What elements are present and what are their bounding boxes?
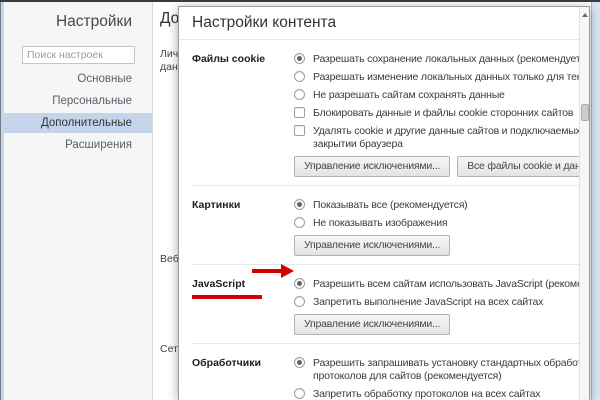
radio-button[interactable] <box>294 217 305 228</box>
radio-button[interactable] <box>294 89 305 100</box>
option-label: Не показывать изображения <box>313 217 447 230</box>
section-label-javascript: JavaScript <box>192 278 294 335</box>
cookies-option-1[interactable]: Разрешать изменение локальных данных тол… <box>294 71 589 84</box>
section-label-images: Картинки <box>192 199 294 256</box>
section-images: Картинки Показывать все (рекомендуется) Не… <box>192 186 589 265</box>
dialog-scrollbar[interactable] <box>579 7 589 400</box>
red-arrow-shaft <box>252 269 281 273</box>
option-label: Показывать все (рекомендуется) <box>313 199 467 212</box>
section-options-images: Показывать все (рекомендуется) Не показыв… <box>294 199 589 256</box>
option-label: Разрешить всем сайтам использовать JavaS… <box>313 278 590 291</box>
cookies-button-1[interactable]: Все файлы cookie и данные сайтов... <box>457 156 590 177</box>
window-left-border <box>0 2 4 400</box>
section-options-javascript: Разрешить всем сайтам использовать JavaS… <box>294 278 589 335</box>
option-label: Разрешать изменение локальных данных тол… <box>313 71 590 84</box>
javascript-option-1[interactable]: Запретить выполнение JavaScript на всех … <box>294 296 589 309</box>
window-right-edge <box>591 2 600 400</box>
images-option-0[interactable]: Показывать все (рекомендуется) <box>294 199 589 212</box>
window-top-border <box>0 0 600 2</box>
option-label: Разрешить запрашивать установку стандарт… <box>313 357 590 383</box>
scrollbar-up-icon[interactable] <box>580 10 590 20</box>
javascript-option-0[interactable]: Разрешить всем сайтам использовать JavaS… <box>294 278 589 291</box>
images-buttons: Управление исключениями... <box>294 235 589 256</box>
handlers-option-0[interactable]: Разрешить запрашивать установку стандарт… <box>294 357 589 383</box>
option-label: Разрешать сохранение локальных данных (р… <box>313 53 590 66</box>
radio-button-checked[interactable] <box>294 278 305 289</box>
sidebar-item-extensions[interactable]: Расширения <box>4 135 152 155</box>
red-underline-annotation <box>192 295 262 299</box>
dialog-title: Настройки контента <box>179 7 589 40</box>
section-label-text: Файлы cookie <box>192 53 265 65</box>
sidebar-item-personal[interactable]: Персональные <box>4 91 152 111</box>
option-label: Удалять cookie и другие данные сайтов и … <box>313 125 590 151</box>
section-options-cookies: Разрешать сохранение локальных данных (р… <box>294 53 589 177</box>
sidebar-nav: ОсновныеПерсональныеДополнительныеРасшир… <box>4 69 152 155</box>
images-option-1[interactable]: Не показывать изображения <box>294 217 589 230</box>
javascript-button-0[interactable]: Управление исключениями... <box>294 314 450 335</box>
sidebar-item-advanced[interactable]: Дополнительные <box>4 113 152 133</box>
background-page-heading: Дополнительные <box>160 10 178 28</box>
cookies-option-3[interactable]: Блокировать данные и файлы cookie сторон… <box>294 107 589 120</box>
scrollbar-thumb[interactable] <box>581 104 589 121</box>
cookies-option-4[interactable]: Удалять cookie и другие данные сайтов и … <box>294 125 589 151</box>
cookies-buttons: Управление исключениями... Все файлы cook… <box>294 156 589 177</box>
checkbox[interactable] <box>294 125 305 136</box>
section-label-text: Обработчики <box>192 357 261 369</box>
handlers-option-1[interactable]: Запретить обработку протоколов на всех с… <box>294 388 589 400</box>
background-section-label: Сеть <box>160 343 178 356</box>
sidebar-item-basics[interactable]: Основные <box>4 69 152 89</box>
option-label: Блокировать данные и файлы cookie сторон… <box>313 107 573 120</box>
radio-button[interactable] <box>294 388 305 399</box>
radio-button[interactable] <box>294 296 305 307</box>
section-label-handlers: Обработчики <box>192 357 294 400</box>
section-label-text: JavaScript <box>192 278 245 290</box>
section-handlers: Обработчики Разрешить запрашивать установ… <box>192 344 589 400</box>
cookies-button-0[interactable]: Управление исключениями... <box>294 156 450 177</box>
option-label: Не разрешать сайтам сохранять данные <box>313 89 505 102</box>
red-arrow-annotation <box>252 264 294 278</box>
radio-button-checked[interactable] <box>294 199 305 210</box>
red-arrow-head-icon <box>281 264 294 278</box>
section-cookies: Файлы cookie Разрешать сохранение локальн… <box>192 40 589 186</box>
cookies-option-0[interactable]: Разрешать сохранение локальных данных (р… <box>294 53 589 66</box>
section-label-cookies: Файлы cookie <box>192 53 294 177</box>
cookies-option-2[interactable]: Не разрешать сайтам сохранять данные <box>294 89 589 102</box>
section-options-handlers: Разрешить запрашивать установку стандарт… <box>294 357 589 400</box>
settings-sidebar: Настройки ОсновныеПерсональныеДополнител… <box>4 2 153 400</box>
background-page-strip: Дополнительные Личные данные Веб-контент С… <box>153 2 178 400</box>
background-section-label: Веб-контент <box>160 253 178 266</box>
search-input[interactable] <box>22 46 135 64</box>
javascript-buttons: Управление исключениями... <box>294 314 589 335</box>
section-label-text: Картинки <box>192 199 240 211</box>
dialog-sections: Файлы cookie Разрешать сохранение локальн… <box>179 40 589 400</box>
option-label: Запретить обработку протоколов на всех с… <box>313 388 540 400</box>
images-button-0[interactable]: Управление исключениями... <box>294 235 450 256</box>
checkbox[interactable] <box>294 107 305 118</box>
sidebar-title: Настройки <box>4 2 152 31</box>
content-settings-dialog: Настройки контента Файлы cookie Разрешать… <box>178 6 590 400</box>
radio-button-checked[interactable] <box>294 53 305 64</box>
radio-button-checked[interactable] <box>294 357 305 368</box>
option-label: Запретить выполнение JavaScript на всех … <box>313 296 543 309</box>
radio-button[interactable] <box>294 71 305 82</box>
background-section-label: Личные данные <box>160 48 178 74</box>
